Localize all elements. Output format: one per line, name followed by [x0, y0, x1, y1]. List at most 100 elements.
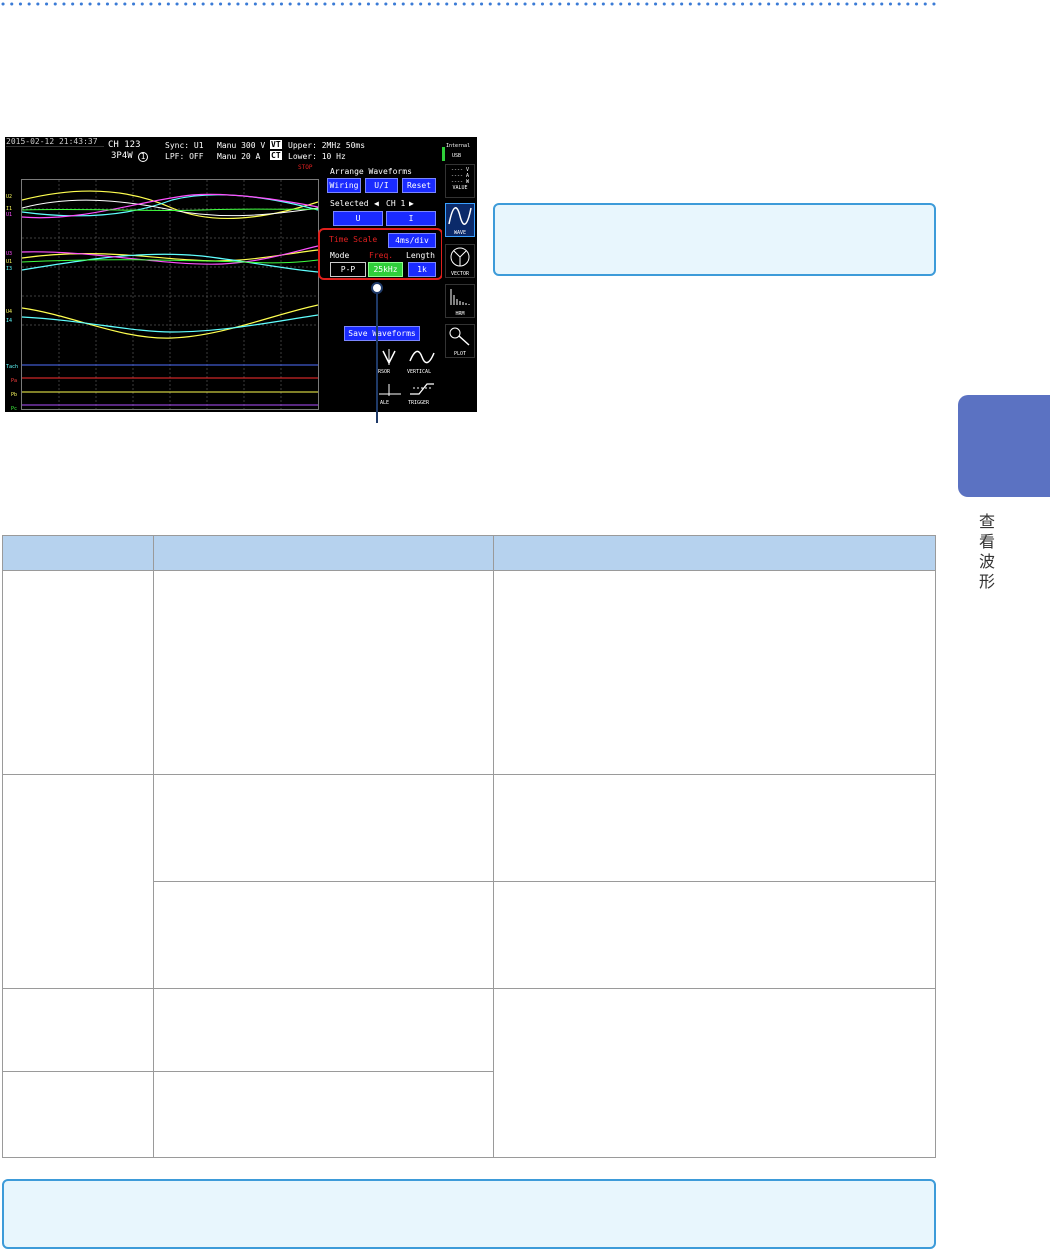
storage-label: Internal [446, 143, 471, 149]
datetime: 2015-02-12 21:43:37 [6, 137, 98, 146]
table-cell [153, 988, 494, 1072]
ch-label: I3 [6, 266, 13, 272]
ui-button[interactable]: U/I [365, 178, 398, 193]
hrm-tab[interactable]: HRM [445, 284, 475, 318]
ch-label: Pa [11, 378, 18, 384]
table-cell [2, 774, 154, 989]
table-cell [493, 988, 936, 1158]
ch-label: Tach [6, 364, 19, 370]
ch-label: U4 [6, 309, 13, 315]
length-label: Length [406, 251, 435, 260]
i-button[interactable]: I [386, 211, 436, 226]
ch-label: U2 [6, 194, 13, 200]
callout-leader-dot [371, 282, 383, 294]
wiring-mode: 3P4W [111, 151, 133, 161]
trigger-tile[interactable]: TRIGGER [407, 380, 439, 410]
table-header-cell [493, 535, 936, 571]
storage-indicator [442, 147, 445, 161]
ch-label: Pc [11, 406, 18, 412]
vertical-label: VERTICAL [407, 369, 432, 375]
bottom-note-callout [2, 1179, 936, 1249]
value-legend-v: ---- V [450, 167, 470, 173]
scale-label: ALE [380, 400, 390, 406]
arrange-waveforms-title: Arrange Waveforms [330, 167, 412, 176]
time-scale-button[interactable]: 4ms/div [388, 233, 436, 248]
value-tab[interactable]: ---- V ---- A ---- W VALUE [445, 164, 475, 198]
selected-channel: CH 1 [386, 199, 406, 208]
chapter-title: 查看波形 [978, 512, 995, 591]
cursor-tile[interactable]: RSOR [375, 347, 407, 379]
ct-badge: CT [270, 151, 282, 160]
harmonics-icon [450, 289, 470, 305]
table-cell [493, 881, 936, 989]
plot-tab[interactable]: PLOT [445, 324, 475, 358]
mode-rail: Internal USB ---- V ---- A ---- W VALUE … [442, 137, 477, 412]
scale-tile[interactable]: ALE [375, 380, 407, 410]
chapter-tab [958, 395, 1050, 497]
table-cell [153, 774, 494, 882]
lower-limit: Lower: 10 Hz [288, 152, 346, 161]
table-cell [2, 1071, 154, 1158]
waveform-graph [22, 180, 318, 409]
range-current: Manu 20 A [217, 152, 261, 161]
time-scale-label: Time Scale [329, 235, 378, 244]
vertical-tile[interactable]: VERTICAL [407, 347, 439, 379]
trigger-label: TRIGGER [408, 400, 430, 406]
top-dotted-rule [1, 2, 940, 6]
status-indicators [6, 146, 104, 163]
wave-tab[interactable]: WAVE [445, 203, 475, 237]
table-cell [153, 570, 494, 775]
stop-indicator: STOP [298, 164, 313, 171]
vector-tab[interactable]: VECTOR [445, 244, 475, 278]
selected-label: Selected [330, 199, 369, 208]
table-cell [153, 1071, 494, 1158]
table-row [2, 570, 936, 775]
table-cell [493, 774, 936, 882]
value-tab-label: VALUE [452, 185, 468, 191]
plot-tab-label: PLOT [453, 351, 467, 357]
table-cell [153, 881, 494, 989]
wiring-button[interactable]: Wiring [327, 178, 361, 193]
plot-icon [449, 327, 470, 346]
upper-limit: Upper: 2MHz 50ms [288, 141, 366, 150]
usb-label: USB [452, 153, 462, 159]
callout-leader-line [376, 288, 378, 423]
table-cell [2, 988, 154, 1072]
settings-table [2, 535, 936, 1158]
channel-label: CH 123 [108, 140, 141, 150]
sync-label: Sync: U1 [165, 141, 204, 150]
length-button[interactable]: 1k [408, 262, 436, 277]
ch-label: I4 [6, 318, 13, 324]
waveform-display [21, 179, 319, 410]
table-header-cell [2, 535, 154, 571]
vector-icon [450, 247, 470, 267]
u-button[interactable]: U [333, 211, 383, 226]
table-cell [493, 570, 936, 775]
scale-icon [379, 384, 401, 396]
table-cell [2, 570, 154, 775]
trigger-icon [410, 383, 434, 395]
mode-label: Mode [330, 251, 350, 260]
hrm-tab-label: HRM [455, 311, 465, 317]
cursor-label: RSOR [378, 369, 391, 375]
table-row [2, 774, 936, 989]
next-channel-icon[interactable]: ▶ [409, 199, 414, 208]
ch-label: U1 [6, 212, 13, 218]
mode-button[interactable]: P-P [330, 262, 366, 277]
table-header-cell [153, 535, 494, 571]
wave-icon [448, 207, 472, 225]
vector-tab-label: VECTOR [450, 271, 470, 277]
freq-label: Freq. [369, 251, 394, 260]
instrument-screen: 2015-02-12 21:43:37 CH 123 3P4W 1 Sync: … [5, 137, 477, 412]
vt-badge: VT [270, 140, 282, 149]
reset-button[interactable]: Reset [402, 178, 436, 193]
wave-tab-label: WAVE [453, 230, 467, 236]
save-waveforms-button[interactable]: Save Waveforms [344, 326, 420, 341]
prev-channel-icon[interactable]: ◀ [374, 199, 379, 208]
ch-label: Pb [11, 392, 18, 398]
lpf-label: LPF: OFF [165, 152, 204, 161]
wiring-number-badge: 1 [138, 152, 148, 162]
freq-button[interactable]: 25kHz [368, 262, 403, 277]
range-voltage: Manu 300 V [217, 141, 266, 150]
cursor-icon [382, 349, 396, 365]
